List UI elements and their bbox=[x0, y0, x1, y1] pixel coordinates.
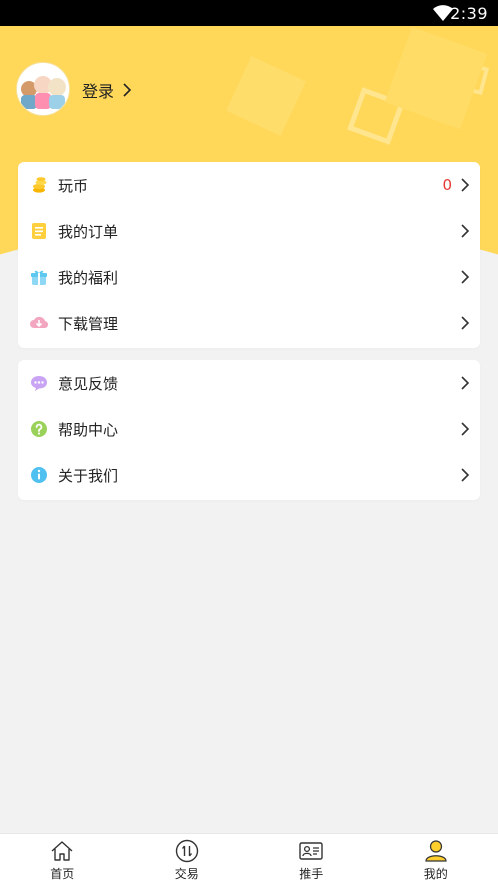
chevron-right-icon bbox=[460, 178, 470, 192]
exchange-icon bbox=[174, 839, 200, 863]
menu-item-coins[interactable]: 玩币 0 bbox=[18, 162, 480, 208]
chevron-right-icon bbox=[460, 376, 470, 390]
menu-item-label: 我的订单 bbox=[58, 221, 118, 242]
menu-item-label: 下载管理 bbox=[58, 313, 118, 334]
tab-label: 交易 bbox=[175, 865, 199, 882]
menu-item-downloads[interactable]: 下载管理 bbox=[18, 300, 480, 346]
coins-icon bbox=[30, 176, 48, 194]
chevron-right-icon bbox=[122, 83, 132, 97]
tab-home[interactable]: 首页 bbox=[0, 834, 125, 886]
download-icon bbox=[30, 314, 48, 332]
help-icon bbox=[30, 420, 48, 438]
chevron-right-icon bbox=[460, 270, 470, 284]
feedback-icon bbox=[30, 374, 48, 392]
avatar-illustration bbox=[17, 63, 69, 115]
menu-item-label: 我的福利 bbox=[58, 267, 118, 288]
chevron-right-icon bbox=[460, 224, 470, 238]
menu-item-orders[interactable]: 我的订单 bbox=[18, 208, 480, 254]
menu-item-label: 帮助中心 bbox=[58, 419, 118, 440]
home-icon bbox=[49, 839, 75, 863]
menu-item-welfare[interactable]: 我的福利 bbox=[18, 254, 480, 300]
menu-item-label: 玩币 bbox=[58, 175, 88, 196]
menu-item-feedback[interactable]: 意见反馈 bbox=[18, 360, 480, 406]
menu-card-primary: 玩币 0 我的订单 我的福利 bbox=[18, 162, 480, 348]
tab-trade[interactable]: 交易 bbox=[125, 834, 250, 886]
menu-item-about[interactable]: 关于我们 bbox=[18, 452, 480, 498]
chevron-right-icon bbox=[460, 422, 470, 436]
status-time: 2:39 bbox=[450, 4, 488, 23]
coins-balance: 0 bbox=[442, 176, 452, 194]
bottom-tab-bar: 首页 交易 推手 我的 bbox=[0, 833, 498, 886]
login-link[interactable]: 登录 bbox=[82, 78, 132, 102]
chevron-right-icon bbox=[460, 316, 470, 330]
info-icon bbox=[30, 466, 48, 484]
promoter-card-icon bbox=[298, 839, 324, 863]
status-bar: 2:39 bbox=[0, 0, 498, 26]
tab-label: 我的 bbox=[424, 865, 448, 882]
menu-item-label: 意见反馈 bbox=[58, 373, 118, 394]
avatar[interactable] bbox=[16, 62, 70, 116]
tab-promoter[interactable]: 推手 bbox=[249, 834, 374, 886]
tab-mine[interactable]: 我的 bbox=[374, 834, 498, 886]
menu-item-help[interactable]: 帮助中心 bbox=[18, 406, 480, 452]
chevron-right-icon bbox=[460, 468, 470, 482]
tab-label: 首页 bbox=[50, 865, 74, 882]
menu-card-secondary: 意见反馈 帮助中心 关于我们 bbox=[18, 360, 480, 500]
menu-item-label: 关于我们 bbox=[58, 465, 118, 486]
gift-icon bbox=[30, 268, 48, 286]
user-icon bbox=[423, 839, 449, 863]
order-icon bbox=[30, 222, 48, 240]
login-label: 登录 bbox=[82, 78, 114, 102]
tab-label: 推手 bbox=[299, 865, 323, 882]
